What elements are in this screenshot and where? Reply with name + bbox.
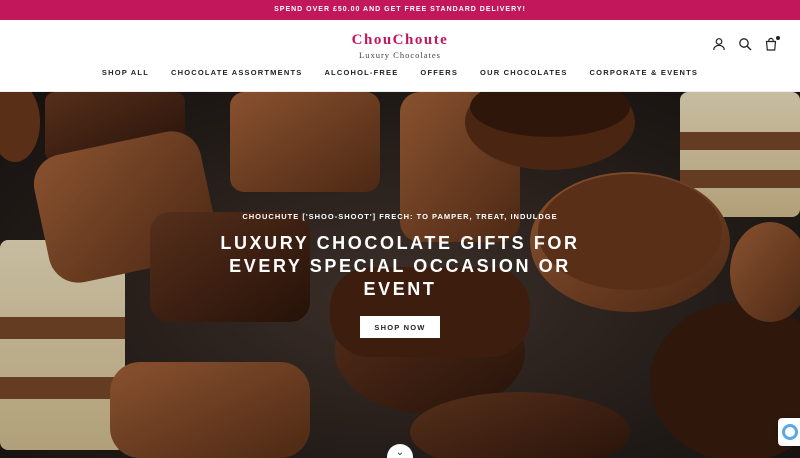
hero-title: LUXURY CHOCOLATE GIFTS FOR EVERY SPECIAL… [220,233,580,299]
nav-chocolate-assortments[interactable]: CHOCOLATE ASSORTMENTS [171,68,302,77]
search-icon[interactable] [738,37,752,51]
nav-corporate-events[interactable]: CORPORATE & EVENTS [590,68,699,77]
announcement-bar: SPEND OVER £50.00 AND GET FREE STANDARD … [0,0,800,20]
cart-icon[interactable] [764,36,780,51]
header-icons [712,36,780,51]
brand-tagline: Luxury Chocolates [359,50,441,60]
nav-offers[interactable]: OFFERS [420,68,458,77]
main-nav: SHOP ALL CHOCOLATE ASSORTMENTS ALCOHOL-F… [0,68,800,77]
accessibility-icon [782,424,798,440]
hero-banner: CHOUCHUTE ['SHOO-SHOOT'] FRECH: TO PAMPE… [0,92,800,458]
brand-name: ChouChoute [351,32,449,48]
nav-alcohol-free[interactable]: ALCOHOL-FREE [324,68,398,77]
shop-now-button[interactable]: SHOP NOW [360,316,440,338]
hero-eyebrow: CHOUCHUTE ['SHOO-SHOOT'] FRECH: TO PAMPE… [242,212,558,221]
accessibility-widget[interactable] [778,418,800,446]
brand-logo[interactable]: ChouChoute Luxury Chocolates [0,32,800,60]
cart-count-dot [776,36,780,40]
site-header: ChouChoute Luxury Chocolates SHOP ALL CH… [0,20,800,92]
nav-shop-all[interactable]: SHOP ALL [102,68,149,77]
nav-our-chocolates[interactable]: OUR CHOCOLATES [480,68,568,77]
announcement-text: SPEND OVER £50.00 AND GET FREE STANDARD … [274,6,526,13]
account-icon[interactable] [712,37,726,51]
